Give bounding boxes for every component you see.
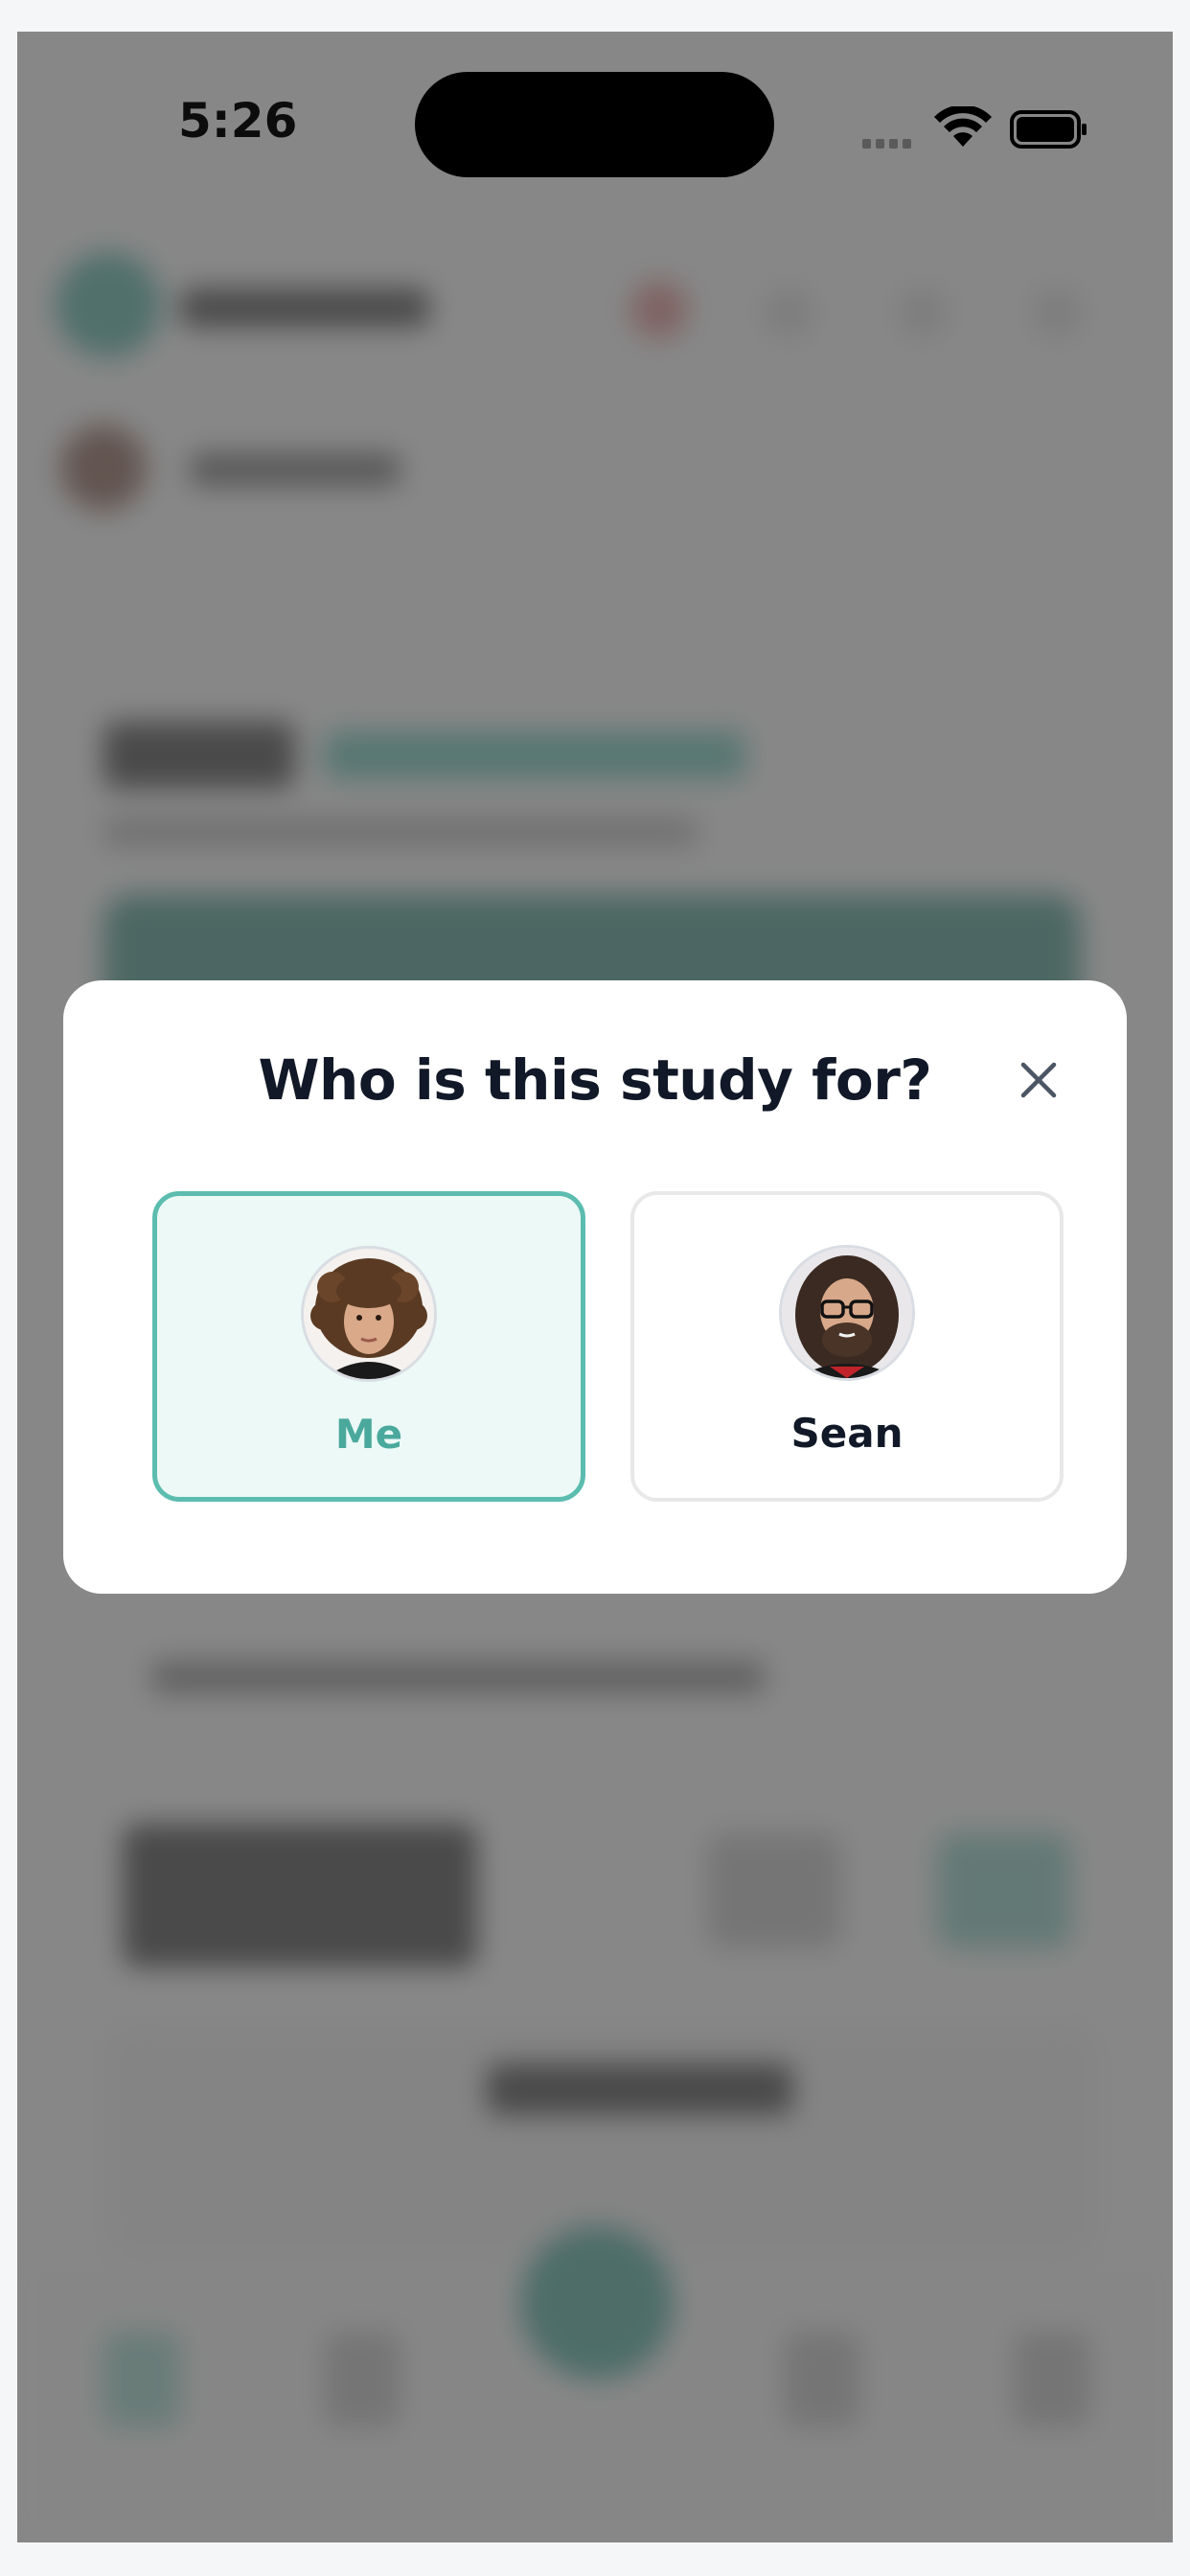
avatar-sean-image	[782, 1248, 912, 1378]
dynamic-island	[415, 72, 774, 177]
status-icons	[862, 106, 1087, 149]
option-sean[interactable]: Sean	[630, 1191, 1064, 1502]
option-me-label: Me	[334, 1411, 403, 1458]
avatar-me-image	[304, 1249, 434, 1379]
phone-screen: 5:26 Who is this study for? Me Sean	[17, 32, 1173, 2542]
avatar-me	[301, 1246, 437, 1382]
close-icon	[1020, 1062, 1057, 1098]
status-time: 5:26	[178, 93, 298, 149]
avatar-sean	[779, 1245, 915, 1381]
cellular-signal-icon	[862, 139, 911, 149]
wifi-icon	[934, 106, 992, 147]
option-me[interactable]: Me	[152, 1191, 585, 1502]
recipient-modal: Who is this study for? Me Sean	[63, 980, 1127, 1594]
modal-title: Who is this study for?	[258, 1047, 932, 1113]
close-button[interactable]	[1012, 1053, 1065, 1107]
battery-icon	[1010, 110, 1087, 149]
option-sean-label: Sean	[790, 1410, 904, 1457]
status-bar: 5:26	[17, 32, 1173, 195]
